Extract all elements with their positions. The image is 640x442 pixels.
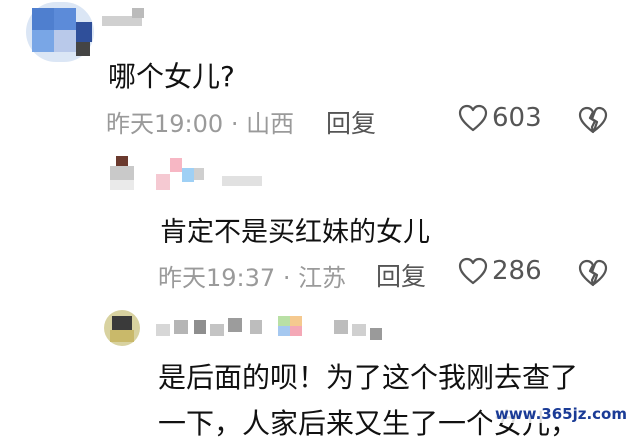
watermark: www.365jz.com (491, 405, 630, 423)
timestamp: 昨天19:00 (106, 110, 224, 138)
heart-outline-icon (458, 104, 488, 132)
heart-outline-icon (458, 257, 488, 285)
location: 山西 (246, 110, 295, 138)
avatar[interactable] (26, 2, 94, 62)
avatar[interactable] (106, 156, 142, 192)
username[interactable] (102, 8, 152, 28)
like-count: 286 (492, 256, 542, 286)
broken-heart-icon[interactable] (578, 259, 608, 287)
comment-text: 肯定不是买红妹的女儿 (160, 217, 430, 248)
reply-button[interactable]: 回复 (326, 104, 376, 140)
like-button[interactable]: 286 (458, 256, 542, 286)
avatar[interactable] (104, 310, 140, 346)
like-button[interactable]: 603 (458, 103, 542, 133)
reply-button[interactable]: 回复 (376, 257, 426, 293)
username[interactable] (156, 158, 266, 194)
comment-meta: 昨天19:00 · 山西 (106, 104, 294, 139)
separator: · (230, 110, 239, 138)
comment-text-line-1: 是后面的呗！为了这个我刚去查了 (158, 361, 579, 394)
username[interactable] (156, 316, 386, 342)
timestamp: 昨天19:37 (158, 264, 276, 292)
location: 江苏 (298, 264, 347, 292)
comment-text: 哪个女儿? (108, 60, 235, 93)
like-count: 603 (492, 103, 542, 133)
separator: · (282, 264, 291, 292)
broken-heart-icon[interactable] (578, 106, 608, 134)
comment-meta: 昨天19:37 · 江苏 (158, 258, 346, 293)
